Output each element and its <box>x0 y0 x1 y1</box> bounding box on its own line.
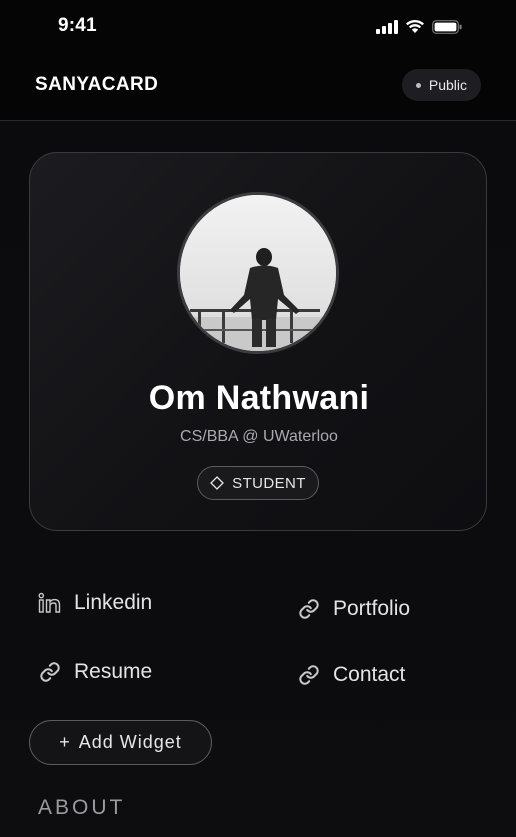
add-widget-label: Add Widget <box>78 732 182 752</box>
link-linkedin[interactable]: Linkedin <box>38 591 152 615</box>
link-icon <box>38 660 62 684</box>
app-header: SANYACARD Public <box>0 56 516 121</box>
link-label: Contact <box>333 663 406 686</box>
link-portfolio[interactable]: Portfolio <box>297 597 410 621</box>
status-time: 9:41 <box>58 15 97 36</box>
avatar-photo <box>180 195 336 351</box>
about-heading: ABOUT <box>38 796 126 819</box>
diamond-icon <box>210 476 225 490</box>
profile-title: CS/BBA @ UWaterloo <box>180 428 338 445</box>
wifi-icon <box>406 19 424 33</box>
add-widget-button[interactable]: + Add Widget <box>29 720 212 765</box>
link-contact[interactable]: Contact <box>297 663 405 687</box>
avatar[interactable] <box>177 192 339 354</box>
link-label: Linkedin <box>74 591 153 614</box>
role-badge: STUDENT <box>197 466 319 500</box>
profile-name: Om Nathwani <box>148 379 370 417</box>
link-icon <box>297 663 321 687</box>
status-bar: 9:41 <box>0 0 516 56</box>
battery-icon <box>432 19 462 34</box>
screen: 9:41 SANYACARD Public Om Nathwani CS/BBA… <box>0 0 516 837</box>
status-dot-icon <box>415 82 421 88</box>
status-icons <box>376 19 462 34</box>
visibility-label: Public <box>428 77 467 93</box>
plus-icon: + <box>59 732 71 752</box>
visibility-toggle[interactable]: Public <box>401 69 481 101</box>
link-resume[interactable]: Resume <box>38 660 152 684</box>
role-label: STUDENT <box>232 474 306 492</box>
profile-card: Om Nathwani CS/BBA @ UWaterloo STUDENT <box>29 152 487 531</box>
linkedin-icon <box>38 591 62 615</box>
link-label: Portfolio <box>333 597 411 620</box>
cellular-signal-icon <box>376 19 398 34</box>
link-label: Resume <box>74 660 153 683</box>
link-icon <box>297 597 321 621</box>
brand-title: SANYACARD <box>35 74 159 95</box>
